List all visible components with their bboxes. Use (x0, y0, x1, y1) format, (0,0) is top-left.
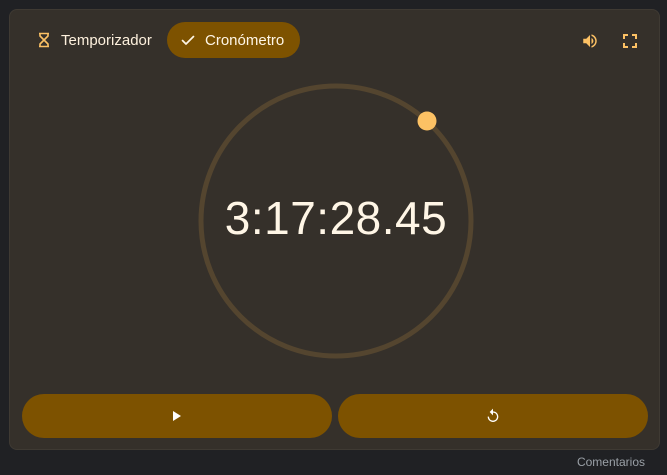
tab-stopwatch[interactable]: Cronómetro (167, 22, 300, 58)
stopwatch-card: Temporizador Cronómetro 3:17:28.45 (9, 9, 660, 450)
feedback-link[interactable]: Comentarios (577, 455, 645, 469)
check-icon (180, 32, 196, 48)
tab-timer-label: Temporizador (61, 31, 152, 49)
dial-progress-knob (417, 111, 437, 131)
volume-icon (581, 32, 599, 50)
reset-icon (485, 408, 501, 424)
tab-stopwatch-label: Cronómetro (205, 31, 285, 49)
play-icon (172, 410, 182, 422)
elapsed-time-display: 3:17:28.45 (224, 192, 448, 244)
hourglass-icon (36, 32, 52, 48)
reset-button[interactable] (338, 394, 648, 438)
tab-timer[interactable]: Temporizador (22, 22, 158, 58)
play-button[interactable] (22, 394, 332, 438)
sound-button[interactable] (579, 30, 601, 52)
fullscreen-button[interactable] (619, 30, 641, 52)
fullscreen-icon (623, 34, 637, 48)
